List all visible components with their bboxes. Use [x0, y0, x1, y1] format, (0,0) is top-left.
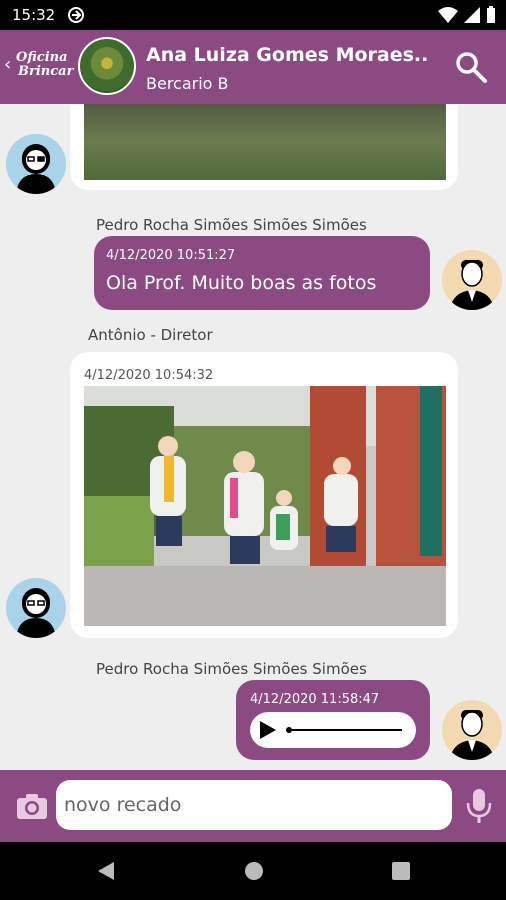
cell-signal-icon: [464, 7, 480, 23]
wifi-icon: [438, 7, 458, 23]
message-sender: Antônio - Diretor: [88, 326, 213, 344]
search-icon[interactable]: [454, 50, 488, 84]
message-input[interactable]: [56, 780, 452, 830]
status-time: 15:32: [12, 6, 56, 24]
logo-text-line2: Brincar: [18, 64, 74, 79]
contact-avatar[interactable]: [78, 37, 136, 95]
audio-player[interactable]: [250, 712, 416, 748]
sync-icon: [68, 7, 85, 23]
message-sender: Pedro Rocha Simões Simões Simões: [96, 660, 367, 678]
logo-text-line1: Oficina: [16, 50, 68, 65]
camera-icon[interactable]: [16, 792, 48, 820]
home-nav-icon[interactable]: [244, 861, 264, 881]
message-bubble-text[interactable]: 4/12/2020 10:51:27 Ola Prof. Muito boas …: [94, 236, 430, 310]
parent-avatar: [442, 700, 502, 760]
audio-progress-handle[interactable]: [286, 727, 292, 733]
chevron-left-icon: ‹: [4, 54, 12, 75]
back-nav-icon[interactable]: [96, 861, 116, 881]
message-photo[interactable]: [84, 386, 446, 626]
contact-name: Ana Luiza Gomes Moraes..: [146, 44, 429, 66]
message-text: Ola Prof. Muito boas as fotos: [106, 272, 377, 294]
message-photo[interactable]: [84, 104, 446, 180]
contact-group: Bercario B: [146, 74, 229, 93]
microphone-icon[interactable]: [466, 788, 492, 824]
chat-messages[interactable]: Pedro Rocha Simões Simões Simões 4/12/20…: [0, 104, 506, 770]
chat-header: ‹ Oficina Brincar Ana Luiza Gomes Moraes…: [0, 30, 506, 104]
message-sender: Pedro Rocha Simões Simões Simões: [96, 216, 367, 234]
play-icon[interactable]: [260, 721, 276, 739]
battery-icon: [487, 6, 495, 23]
system-nav-bar: [0, 842, 506, 900]
back-button[interactable]: ‹ Oficina Brincar: [4, 50, 73, 86]
message-composer: [0, 770, 506, 842]
teacher-avatar: [6, 578, 66, 638]
parent-avatar: [442, 250, 502, 310]
audio-progress-track[interactable]: [292, 729, 402, 731]
message-timestamp: 4/12/2020 11:58:47: [250, 692, 380, 707]
recents-nav-icon[interactable]: [391, 861, 411, 881]
teacher-avatar: [6, 134, 66, 194]
status-bar: 15:32: [0, 0, 506, 30]
message-timestamp: 4/12/2020 10:51:27: [106, 248, 236, 263]
message-timestamp: 4/12/2020 10:54:32: [84, 368, 214, 383]
